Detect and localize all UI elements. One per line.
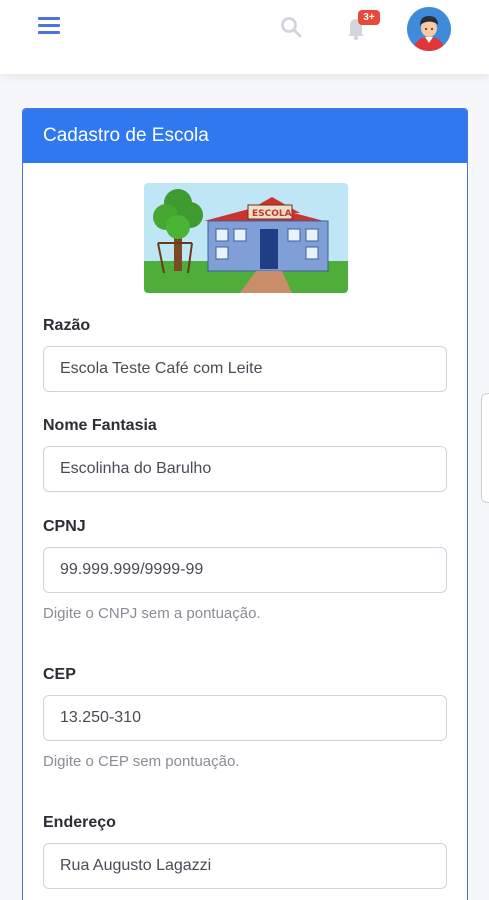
razao-input[interactable] (43, 346, 447, 392)
cnpj-help-text: Digite o CNPJ sem a pontuação. (43, 605, 261, 622)
endereco-label: Endereço (43, 814, 116, 831)
nome-fantasia-label: Nome Fantasia (43, 417, 157, 434)
cnpj-input[interactable] (43, 547, 447, 593)
cep-input[interactable] (43, 695, 447, 741)
cep-label: CEP (43, 666, 76, 683)
nome-fantasia-input[interactable] (43, 446, 447, 492)
cep-help-text: Digite o CEP sem pontuação. (43, 753, 240, 770)
top-navbar: 3+ (0, 0, 489, 74)
user-avatar[interactable] (407, 7, 451, 51)
school-illustration: ESCOLA (144, 183, 348, 293)
notification-count-badge: 3+ (358, 10, 380, 25)
school-registration-card: Cadastro de Escola ESCOLA (22, 108, 468, 900)
cnpj-label: CPNJ (43, 518, 86, 535)
razao-label: Razão (43, 317, 91, 334)
card-title: Cadastro de Escola (23, 109, 467, 163)
scroll-handle[interactable] (481, 393, 489, 503)
endereco-input[interactable] (43, 843, 447, 889)
svg-text:ESCOLA: ESCOLA (252, 209, 292, 219)
search-icon[interactable] (279, 15, 303, 39)
hamburger-menu-icon[interactable] (38, 17, 60, 35)
